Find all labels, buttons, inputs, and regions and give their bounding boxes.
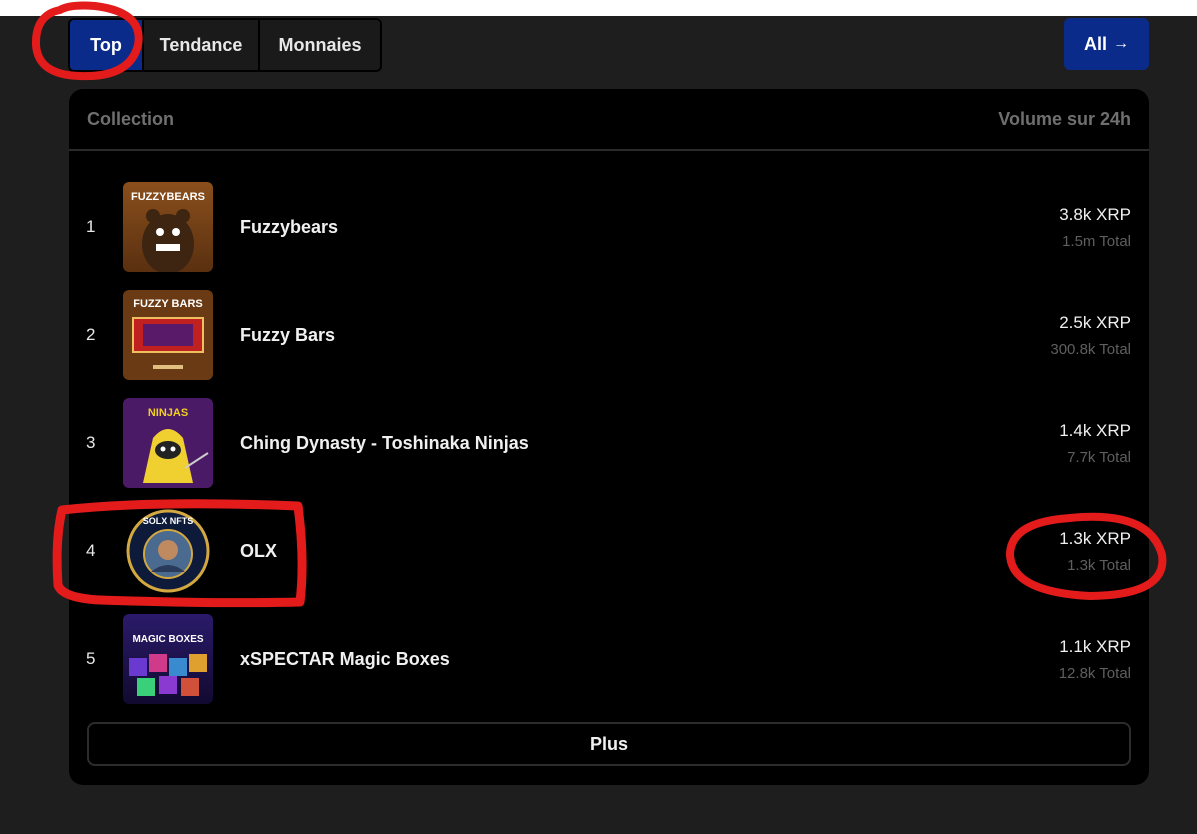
thumb-label: FUZZYBEARS: [131, 191, 205, 203]
row-rank: 5: [86, 649, 96, 668]
collection-thumbnail: FUZZYBEARS: [123, 182, 213, 272]
thumb-label: SOLX NFTS: [143, 516, 194, 526]
arrow-right-icon: →: [1113, 35, 1129, 52]
volume-cell: 3.8k XRP 1.5m Total: [1059, 205, 1149, 250]
collections-table: Collection Volume sur 24h 1 FUZZYBEARS F…: [69, 89, 1149, 785]
all-button-label: All: [1083, 33, 1107, 54]
thumb-label: NINJAS: [148, 407, 188, 419]
row-rank: 2: [86, 325, 96, 344]
volume-total: 7.7k Total: [1067, 448, 1131, 466]
all-button[interactable]: All →: [1064, 18, 1149, 70]
collection-thumbnail: SOLX NFTS: [123, 506, 213, 596]
collection-thumbnail: FUZZY BARS: [123, 290, 213, 380]
table-row[interactable]: 2 FUZZY BARS Fuzzy Bars 2.5k XRP 300.8k …: [69, 281, 1149, 389]
tab-monnaies[interactable]: Monnaies: [260, 20, 380, 70]
row-rank: 3: [86, 433, 96, 452]
thumb-label: FUZZY BARS: [133, 298, 202, 310]
row-rank: 4: [86, 541, 96, 560]
volume-total: 1.5m Total: [1062, 232, 1131, 250]
volume-24h: 1.3k XRP: [1059, 528, 1131, 548]
volume-cell: 2.5k XRP 300.8k Total: [1050, 313, 1149, 358]
row-rank: 1: [86, 217, 96, 236]
thumb-label: MAGIC BOXES: [132, 634, 203, 645]
column-header-volume: Volume sur 24h: [998, 108, 1131, 129]
collection-thumbnail: NINJAS: [123, 398, 213, 488]
collection-name: Fuzzybears: [240, 216, 339, 237]
table-header: Collection Volume sur 24h: [69, 89, 1149, 151]
volume-total: 300.8k Total: [1050, 340, 1131, 358]
collection-name: xSPECTAR Magic Boxes: [240, 648, 450, 669]
volume-24h: 2.5k XRP: [1059, 312, 1131, 332]
volume-24h: 1.4k XRP: [1059, 420, 1131, 440]
volume-total: 12.8k Total: [1058, 664, 1131, 682]
top-white-strip: [0, 0, 1197, 16]
table-row[interactable]: 1 FUZZYBEARS Fuzzybears 3.8k XRP 1.5m To…: [69, 173, 1149, 281]
volume-24h: 3.8k XRP: [1059, 204, 1131, 224]
volume-total: 1.3k Total: [1067, 556, 1131, 574]
collection-thumbnail: MAGIC BOXES: [123, 614, 213, 704]
table-row[interactable]: 5 MAGIC BOXES xSPECTAR Magic Boxes 1.1k …: [69, 605, 1149, 713]
volume-cell: 1.1k XRP 12.8k Total: [1059, 637, 1149, 682]
column-header-collection: Collection: [87, 108, 175, 129]
collection-name: Ching Dynasty - Toshinaka Ninjas: [240, 432, 529, 453]
collection-name: Fuzzy Bars: [240, 324, 336, 345]
volume-cell: 1.3k XRP 1.3k Total: [1059, 529, 1149, 574]
tab-top[interactable]: Top: [70, 20, 144, 70]
more-button[interactable]: Plus: [87, 722, 1131, 766]
volume-cell: 1.4k XRP 7.7k Total: [1059, 421, 1149, 466]
table-row[interactable]: 3 NINJAS Ching Dynasty - Toshinaka Ninja…: [69, 389, 1149, 497]
collection-name: OLX: [240, 540, 278, 561]
tab-tendance[interactable]: Tendance: [144, 20, 260, 70]
table-row[interactable]: 4 SOLX NFTS OLX 1.3k XRP 1.3k Total: [69, 497, 1149, 605]
volume-24h: 1.1k XRP: [1059, 636, 1131, 656]
tab-bar: Top Tendance Monnaies: [68, 18, 382, 72]
